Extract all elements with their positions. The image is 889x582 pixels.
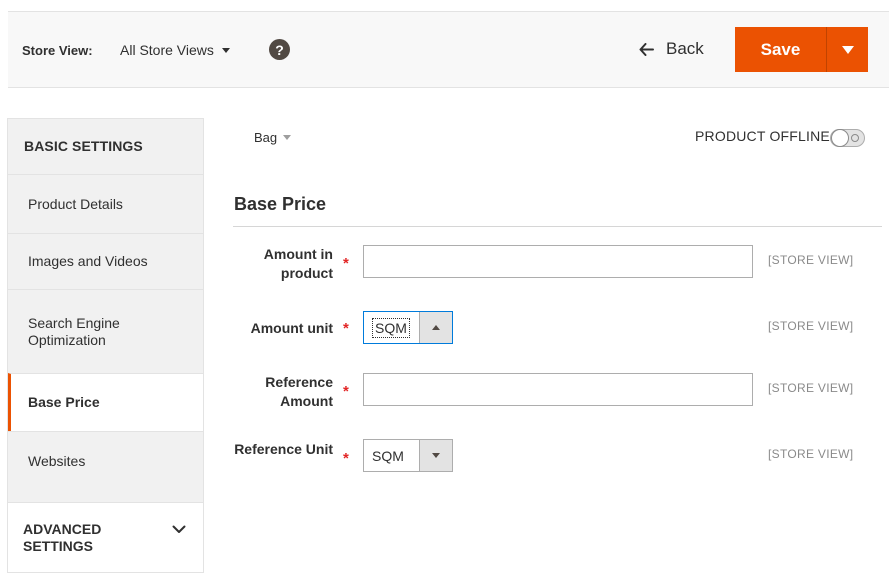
chevron-up-icon (432, 325, 440, 330)
toggle-off-indicator-icon (851, 134, 859, 142)
product-offline-label: PRODUCT OFFLINE (695, 128, 830, 144)
sidebar-item-websites[interactable]: Websites (8, 431, 203, 502)
reference-unit-value: SQM (372, 447, 404, 464)
sidebar-item-label: Product Details (28, 195, 123, 212)
store-view-label: Store View: (22, 43, 93, 58)
basic-settings-header[interactable]: BASIC SETTINGS (8, 119, 203, 174)
chevron-down-icon (432, 453, 440, 458)
advanced-settings-header[interactable]: ADVANCED SETTINGS (8, 502, 203, 572)
section-title: Base Price (234, 194, 327, 214)
select-toggle (419, 312, 452, 343)
amount-in-product-label: Amount in product (263, 246, 333, 281)
sidebar-item-label: Images and Videos (28, 253, 148, 269)
chevron-down-icon (172, 525, 186, 533)
sidebar-item-label: Search Engine Optimization (28, 314, 120, 348)
scope-label: [STORE VIEW] (768, 447, 854, 461)
arrow-left-icon (639, 42, 654, 56)
scope-label: [STORE VIEW] (768, 381, 854, 395)
toggle-knob (831, 129, 849, 147)
settings-sidebar: BASIC SETTINGS Product Details Images an… (7, 118, 204, 573)
save-button-group: Save (735, 27, 868, 72)
amount-in-product-input[interactable] (363, 245, 753, 278)
save-button[interactable]: Save (735, 27, 826, 72)
sidebar-item-seo[interactable]: Search Engine Optimization (8, 289, 203, 373)
back-label: Back (666, 39, 704, 58)
reference-amount-input[interactable] (363, 373, 753, 406)
store-view-switcher[interactable]: All Store Views (120, 42, 230, 58)
required-marker: * (343, 255, 349, 272)
sidebar-item-images-and-videos[interactable]: Images and Videos (8, 233, 203, 289)
reference-unit-select[interactable]: SQM (363, 439, 453, 472)
amount-unit-select[interactable]: SQM (363, 311, 453, 344)
reference-unit-label: Reference Unit (234, 441, 333, 457)
amount-unit-value: SQM (364, 312, 419, 343)
amount-unit-label: Amount unit (250, 320, 333, 336)
required-marker: * (343, 320, 349, 337)
reference-amount-label: Reference Amount (265, 374, 333, 409)
store-view-value: All Store Views (120, 42, 214, 58)
chevron-down-icon (283, 135, 292, 140)
help-icon[interactable]: ? (269, 39, 290, 60)
sidebar-item-label: Websites (28, 453, 86, 469)
required-marker: * (343, 450, 349, 467)
save-options-toggle[interactable] (826, 27, 868, 72)
product-online-toggle[interactable] (830, 129, 865, 147)
help-symbol: ? (275, 41, 284, 58)
caret-down-icon (841, 45, 854, 54)
sidebar-item-base-price[interactable]: Base Price (8, 373, 203, 431)
selected-option: SQM (372, 317, 410, 338)
attribute-set-value: Bag (254, 130, 278, 145)
page-actions-bar: Store View: All Store Views ? Back Save (8, 11, 889, 88)
sidebar-item-label: Base Price (28, 394, 100, 410)
back-button[interactable]: Back (639, 39, 704, 59)
advanced-settings-heading: ADVANCED SETTINGS (23, 521, 102, 554)
attribute-set-switcher[interactable]: Bag (254, 130, 292, 145)
chevron-down-icon (221, 47, 230, 53)
scope-label: [STORE VIEW] (768, 319, 854, 333)
sidebar-item-product-details[interactable]: Product Details (8, 174, 203, 233)
select-toggle (419, 440, 452, 471)
basic-settings-heading: BASIC SETTINGS (24, 138, 143, 154)
section-divider (233, 226, 882, 227)
scope-label: [STORE VIEW] (768, 253, 854, 267)
required-marker: * (343, 383, 349, 400)
